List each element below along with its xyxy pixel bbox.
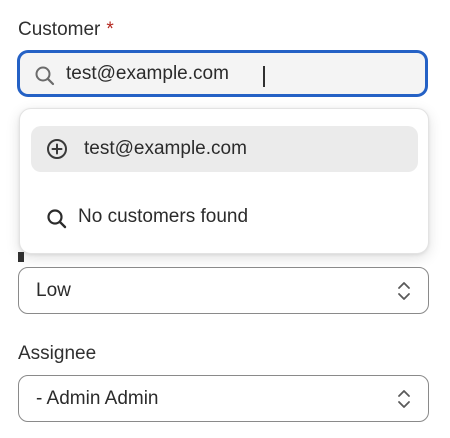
chevron-up-down-icon <box>397 389 411 414</box>
priority-select-value: Low <box>36 280 71 301</box>
create-customer-option-label: test@example.com <box>84 138 247 159</box>
priority-select[interactable]: Low <box>18 267 429 314</box>
chevron-up-down-icon <box>397 281 411 306</box>
no-results-text: No customers found <box>78 206 249 227</box>
plus-circle-icon <box>46 138 68 165</box>
customer-search-box[interactable] <box>18 51 427 96</box>
priority-label-fragment <box>18 252 24 262</box>
customer-dropdown: test@example.com No customers found <box>19 108 429 254</box>
assignee-select[interactable]: - Admin Admin <box>18 375 429 422</box>
search-icon <box>46 208 68 235</box>
required-indicator: * <box>106 19 114 40</box>
text-caret <box>263 66 265 87</box>
assignee-select-value: - Admin Admin <box>36 388 159 409</box>
search-icon <box>34 65 56 92</box>
customer-label: Customer * <box>18 19 114 41</box>
customer-search-input[interactable] <box>66 61 406 87</box>
customer-label-text: Customer <box>18 19 101 40</box>
assignee-label: Assignee <box>18 343 97 364</box>
create-customer-option[interactable]: test@example.com <box>31 126 418 172</box>
